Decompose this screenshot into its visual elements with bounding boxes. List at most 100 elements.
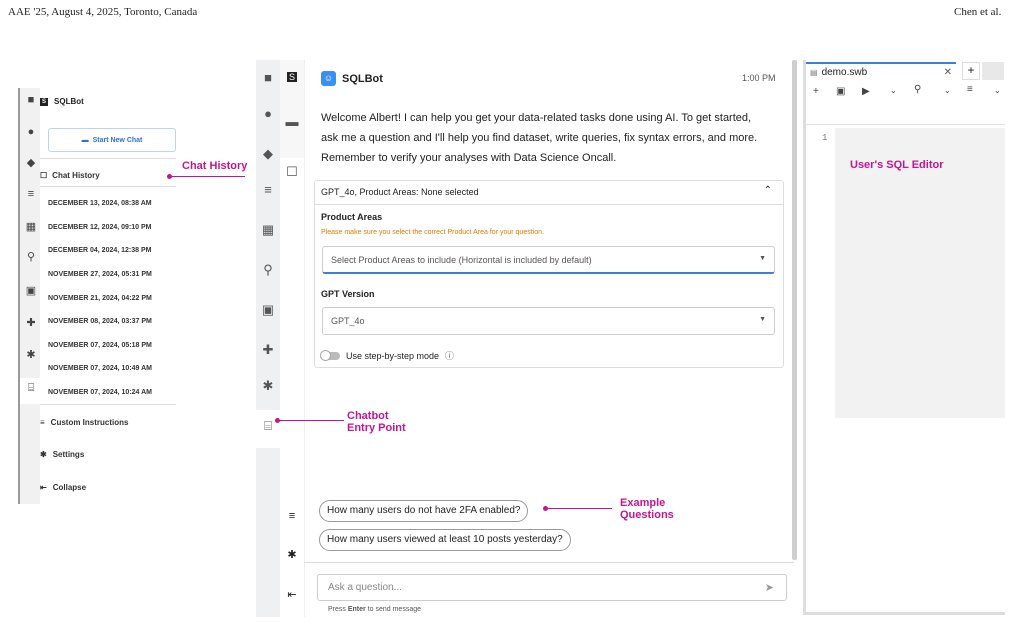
app-icon-rail: ■ ● ◆ ≡ ▦ ⚲ ▣ ✚ ✱ ⌸ [256,60,280,617]
folder-outline-icon[interactable]: ☐ [280,158,304,188]
history-item[interactable]: NOVEMBER 08, 2024, 03:37 PM [48,318,152,325]
settings-summary[interactable]: GPT_4o, Product Areas: None selected ⌃ [314,180,784,205]
collapse-icon[interactable]: ⇤ [281,588,303,601]
editor-tab[interactable]: ▤ demo.swb ✕ [806,62,956,80]
ask-input[interactable]: Ask a question... ➤ [317,574,787,601]
custom-instructions-icon[interactable]: ≡ [281,510,303,522]
gear-icon[interactable]: ✱ [20,348,42,361]
circle-icon[interactable]: ● [20,126,42,138]
git-icon[interactable]: ◆ [20,156,42,169]
close-icon[interactable]: ✕ [944,67,952,78]
format-icon[interactable]: ≡ [967,84,973,95]
edit-list-icon: ≡ [40,418,45,427]
send-hint: Press Enter to send message [328,606,422,613]
annotation-sql-editor: User's SQL Editor [850,159,944,171]
chevron-down-icon[interactable]: ⌄ [944,86,951,95]
gear-icon: ✱ [40,450,47,459]
divider [40,186,176,187]
step-mode-toggle[interactable] [320,349,340,361]
new-tab-button[interactable]: + [962,62,980,80]
custom-instructions-button[interactable]: ≡ Custom Instructions [40,418,128,427]
chatbot-icon[interactable]: ⌸ [20,378,42,404]
list-icon[interactable]: ≡ [20,188,42,200]
product-areas-select[interactable]: Select Product Areas to include (Horizon… [322,246,775,274]
help-icon[interactable]: ⓘ [445,349,454,362]
history-item[interactable]: NOVEMBER 27, 2024, 05:31 PM [48,271,152,278]
history-item[interactable]: NOVEMBER 07, 2024, 10:24 AM [48,389,152,396]
history-item[interactable]: NOVEMBER 07, 2024, 05:18 PM [48,342,152,349]
history-item[interactable]: NOVEMBER 21, 2024, 04:22 PM [48,295,152,302]
annotation-line [170,176,245,177]
folder-icon[interactable]: ■ [256,70,280,85]
chevron-down-icon[interactable]: ⌄ [994,86,1001,95]
folder-icon[interactable]: ■ [20,94,42,106]
divider [40,404,176,405]
annotation-arrowhead [167,174,172,179]
welcome-message: Welcome Albert! I can help you get your … [321,112,758,164]
history-item[interactable]: NOVEMBER 07, 2024, 10:49 AM [48,365,152,372]
step-mode-toggle-row: Use step-by-step mode ⓘ [320,349,454,362]
sqlbot-logo-icon: S [40,97,49,106]
folder-outline-icon: ☐ [40,171,48,180]
line-number: 1 [822,133,828,143]
gpt-version-select[interactable]: GPT_4o ▼ [322,307,775,335]
gear-icon[interactable]: ✱ [256,378,280,394]
puzzle-icon[interactable]: ✚ [20,316,42,329]
calendar-icon[interactable]: ▣ [20,284,42,297]
chevron-down-icon[interactable]: ⌄ [890,86,897,95]
chat-nav-rail: S ▬ ☐ [280,60,304,188]
add-cell-icon[interactable]: + [813,86,819,97]
annotation-chat-history: Chat History [182,160,248,172]
chatbot-entry-icon[interactable]: ⌸ [256,410,280,448]
bot-message-header: ☺ SQLBot [321,71,383,86]
settings-button[interactable]: ✱ Settings [40,450,84,459]
annotation-chatbot-entry: Chatbot Entry Point [347,410,406,434]
save-icon[interactable]: ▣ [836,86,845,97]
chat-scrollbar[interactable] [792,60,797,560]
gpt-version-label: GPT Version [321,289,375,299]
run-icon[interactable]: ▶ [862,86,870,97]
paper-header-right: Chen et al. [954,6,1002,18]
example-question-chip[interactable]: How many users do not have 2FA enabled? [319,500,529,522]
code-area[interactable] [835,128,1005,418]
left-icon-rail: ■ ● ◆ ≡ ▦ ⚲ ▣ ✚ ✱ ⌸ [18,88,42,504]
example-question-chip[interactable]: How many users viewed at least 10 posts … [319,529,571,551]
product-areas-label: Product Areas [321,212,383,222]
chat-history-header[interactable]: ☐ Chat History [40,171,100,180]
git-icon[interactable]: ◆ [256,146,280,162]
history-item[interactable]: DECEMBER 04, 2024, 12:38 PM [48,247,152,254]
chat-icon[interactable]: ▬ [280,114,304,129]
notebook-icon: ▤ [810,67,818,77]
calendar-icon[interactable]: ▣ [256,302,280,318]
send-icon[interactable]: ➤ [765,581,774,594]
collapse-icon: ⇤ [40,483,47,492]
sqlbot-logo-icon[interactable]: S [280,72,304,82]
settings-icon[interactable]: ✱ [281,548,303,561]
chat-bubble-icon: ▬ [81,136,89,144]
chevron-up-icon[interactable]: ⌃ [764,185,772,196]
sidebar-app-title: S SQLBot [40,97,84,106]
collapse-button[interactable]: ⇤ Collapse [40,483,86,492]
table-icon[interactable]: ▦ [20,220,42,233]
history-item[interactable]: DECEMBER 13, 2024, 08:38 AM [48,200,152,207]
message-time: 1:00 PM [742,73,776,83]
divider [40,158,176,159]
annotation-line [547,508,612,509]
search-icon[interactable]: ⚲ [256,262,280,278]
product-areas-warning: Please make sure you select the correct … [321,229,544,236]
puzzle-icon[interactable]: ✚ [256,342,280,358]
search-icon[interactable]: ⚲ [20,250,42,263]
list-icon[interactable]: ≡ [256,182,280,197]
circle-icon[interactable]: ● [256,106,280,121]
divider [806,124,1005,125]
paper-header-left: AAE '25, August 4, 2025, Toronto, Canada [8,6,198,18]
zoom-icon[interactable]: ⚲ [914,84,921,95]
divider [304,562,794,563]
table-icon[interactable]: ▦ [256,222,280,238]
annotation-example-questions: Example Questions [620,497,674,521]
tab-bar-fill [982,62,1004,80]
start-new-chat-button[interactable]: ▬ Start New Chat [48,128,176,152]
history-item[interactable]: DECEMBER 12, 2024, 09:10 PM [48,224,152,231]
bot-avatar-icon: ☺ [321,71,336,86]
annotation-line [279,420,344,421]
